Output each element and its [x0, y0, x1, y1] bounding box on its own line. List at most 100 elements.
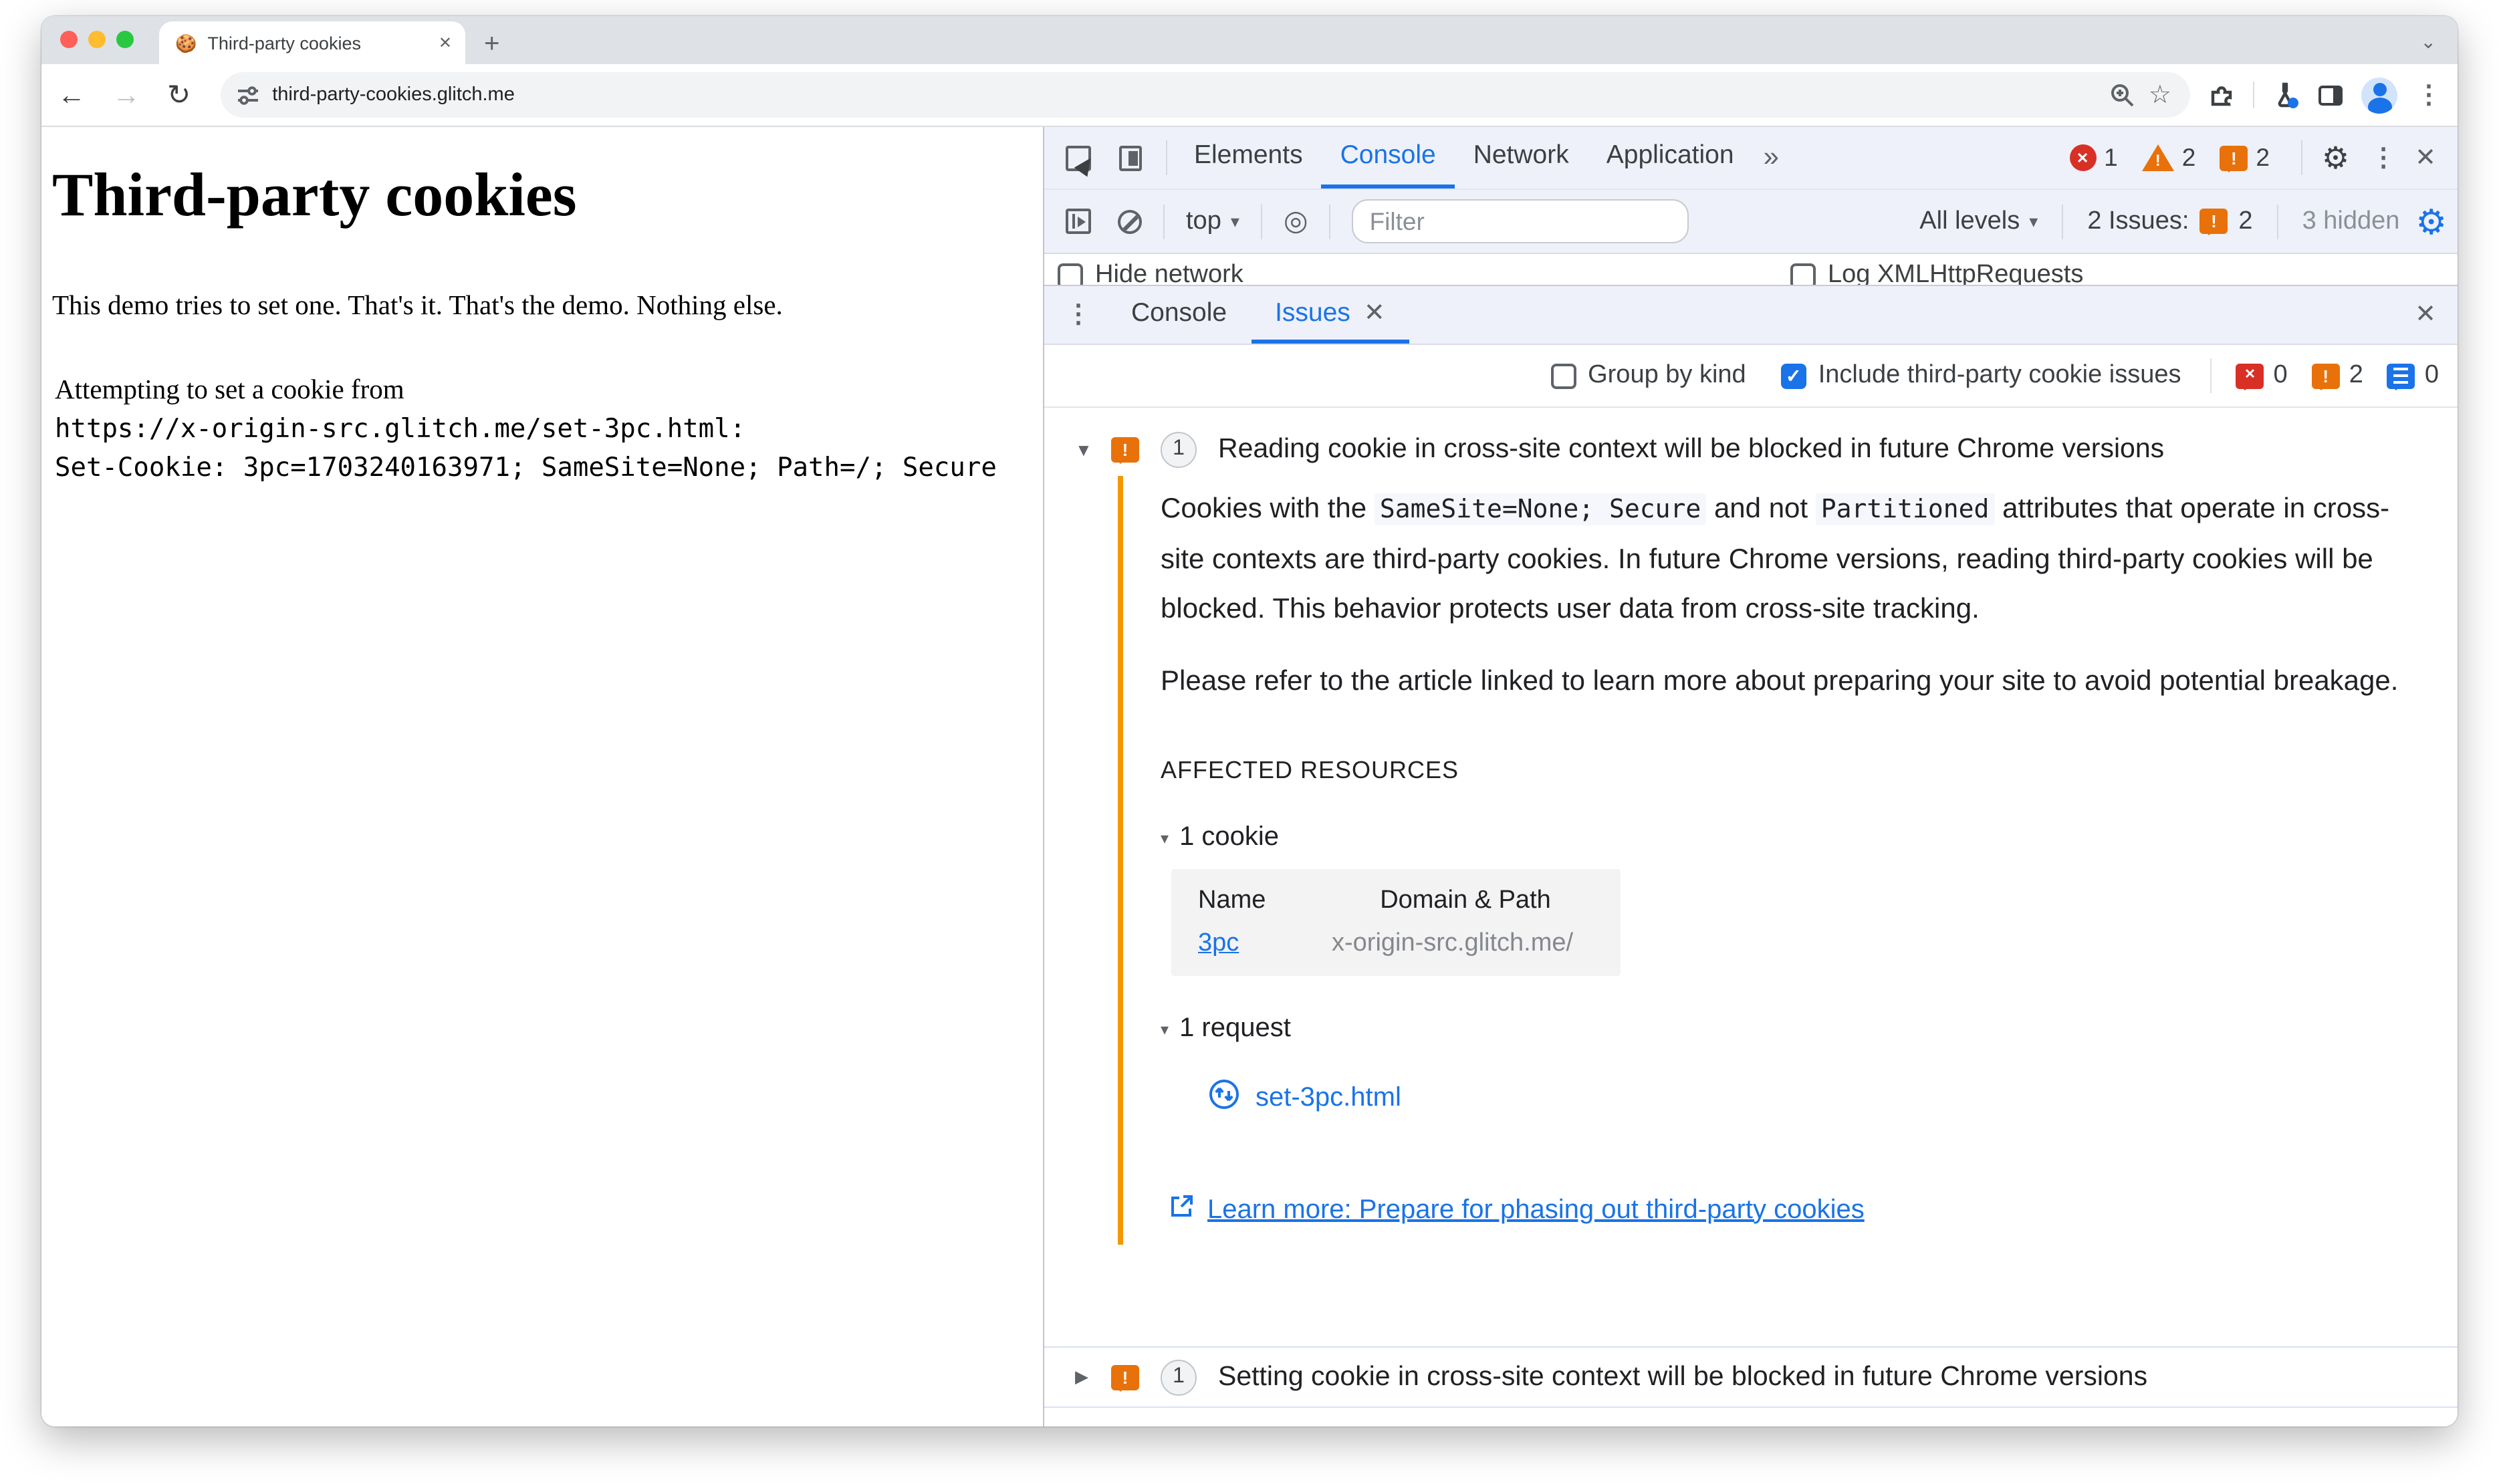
request-row[interactable]: set-3pc.html: [1209, 1079, 2458, 1116]
extensions-puzzle-icon[interactable]: [2209, 82, 2234, 108]
tab-search-chevron-icon[interactable]: ⌄: [2421, 31, 2436, 53]
fullscreen-window-button[interactable]: [116, 31, 134, 48]
learn-more-row[interactable]: Learn more: Prepare for phasing out thir…: [1169, 1194, 2458, 1226]
hidden-messages-label: 3 hidden: [2302, 207, 2400, 235]
tab-elements[interactable]: Elements: [1175, 127, 1322, 189]
set-cookie-header: Set-Cookie: 3pc=1703240163971; SameSite=…: [55, 452, 997, 483]
console-toolbar-left: top ▾ ◎: [1055, 190, 1689, 253]
drawer-tab-issues[interactable]: Issues ✕: [1251, 286, 1409, 344]
experiments-flask-icon[interactable]: [2273, 82, 2300, 108]
divider: [2276, 204, 2278, 239]
site-settings-icon[interactable]: [236, 84, 259, 106]
drawer-tab-console[interactable]: Console: [1107, 286, 1251, 344]
request-section-header[interactable]: ▾ 1 request: [1161, 1013, 2458, 1044]
cookie-attempt-line: Attempting to set a cookie from: [55, 376, 404, 405]
group-by-kind-checkbox[interactable]: [1550, 363, 1576, 388]
issues-info-count: 0: [2387, 361, 2439, 390]
browser-tab[interactable]: 🍪 Third-party cookies ✕: [159, 21, 465, 64]
col-name: Name: [1198, 886, 1266, 914]
live-expression-eye-icon[interactable]: ◎: [1270, 205, 1322, 238]
console-filter-input[interactable]: [1352, 199, 1689, 243]
cookie-name-link[interactable]: 3pc: [1198, 929, 1332, 959]
cookie-attempt-block: Attempting to set a cookie from https://…: [52, 373, 1032, 487]
issue-count-badge: 1: [1161, 431, 1197, 467]
issue-2-title: Setting cookie in cross-site context wil…: [1218, 1361, 2148, 1392]
log-xhr-checkbox-row[interactable]: Log XMLHttpRequests: [1790, 261, 2083, 285]
chrome-menu-kebab-icon[interactable]: ⋮: [2416, 80, 2442, 110]
warning-triangle-icon: !: [2141, 144, 2174, 171]
issue-bubble-icon: !: [1111, 437, 1139, 463]
devtools-menu-kebab-icon[interactable]: ⋮: [2360, 142, 2407, 173]
reload-button[interactable]: ↻: [167, 81, 191, 109]
window-content: Third-party cookies This demo tries to s…: [41, 127, 2458, 1427]
address-bar[interactable]: third-party-cookies.glitch.me ☆: [220, 72, 2190, 118]
tab-title: Third-party cookies: [207, 33, 361, 53]
inspect-element-icon[interactable]: [1066, 145, 1091, 170]
divider: [2062, 204, 2064, 239]
divider: [1260, 204, 1262, 239]
section-triangle-icon[interactable]: ▾: [1161, 1019, 1169, 1038]
group-by-kind-label: Group by kind: [1588, 361, 1746, 389]
tab-close-icon[interactable]: ✕: [439, 33, 452, 52]
issue-1-header[interactable]: ▼ ! 1 Reading cookie in cross-site conte…: [1044, 422, 2458, 476]
divider: [1329, 204, 1331, 239]
forward-button[interactable]: →: [112, 81, 140, 109]
side-panel-icon[interactable]: [2318, 85, 2343, 105]
log-xhr-label: Log XMLHttpRequests: [1828, 261, 2084, 285]
device-toolbar-icon[interactable]: [1119, 145, 1142, 170]
browser-toolbar: ← → ↻ third-party-cookies.glitch.me ☆ ⋮: [41, 64, 2458, 127]
cookie-domain-value: x-origin-src.glitch.me/: [1332, 929, 1574, 957]
affected-resources-heading: AFFECTED RESOURCES: [1161, 757, 1459, 783]
issue-1-body: Cookies with the SameSite=None; Secure a…: [1118, 476, 2458, 1245]
settings-gear-icon[interactable]: ⚙: [2311, 142, 2360, 173]
console-settings-gear-icon[interactable]: ⚙: [2415, 204, 2447, 239]
more-tabs-icon[interactable]: »: [1753, 142, 1790, 174]
tab-application[interactable]: Application: [1588, 127, 1753, 189]
issues-summary-button[interactable]: 2 Issues: ! 2: [2071, 207, 2268, 236]
drawer-tab-close-icon[interactable]: ✕: [1364, 297, 1385, 328]
cookie-section-label: 1 cookie: [1179, 822, 1280, 852]
zoom-page-icon[interactable]: [2110, 82, 2135, 108]
devtools-close-icon[interactable]: ✕: [2407, 142, 2444, 173]
drawer-close-icon[interactable]: ✕: [2407, 299, 2444, 330]
log-xhr-checkbox[interactable]: [1790, 263, 1816, 285]
minimize-window-button[interactable]: [88, 31, 106, 48]
clear-console-icon[interactable]: [1118, 209, 1142, 233]
tab-network[interactable]: Network: [1455, 127, 1588, 189]
error-badge[interactable]: ✕ 1: [2069, 143, 2129, 172]
issue-2-header[interactable]: ▶ ! 1 Setting cookie in cross-site conte…: [1044, 1346, 2458, 1408]
issues-error-count: ✕ 0: [2236, 361, 2288, 390]
web-page: Third-party cookies This demo tries to s…: [41, 127, 1043, 1427]
include-third-party-row[interactable]: ✓ Include third-party cookie issues: [1780, 361, 2181, 390]
section-triangle-icon[interactable]: ▾: [1161, 828, 1169, 847]
context-selector[interactable]: top ▾: [1173, 207, 1253, 236]
expand-triangle-icon[interactable]: ▶: [1075, 1366, 1092, 1388]
log-levels-dropdown[interactable]: All levels ▾: [1903, 207, 2054, 236]
request-link[interactable]: set-3pc.html: [1256, 1082, 1401, 1113]
include-third-party-checkbox[interactable]: ✓: [1780, 363, 1806, 388]
group-by-kind-row[interactable]: Group by kind: [1550, 361, 1746, 390]
back-button[interactable]: ←: [57, 81, 86, 109]
chrome-action-icons: ⋮: [2209, 77, 2442, 113]
console-sidebar-icon[interactable]: [1066, 209, 1091, 234]
warning-count: 2: [2181, 143, 2196, 171]
devtools-panel: Elements Console Network Application » ✕…: [1043, 127, 2458, 1427]
drawer-menu-kebab-icon[interactable]: ⋮: [1058, 299, 1107, 330]
collapse-triangle-icon[interactable]: ▼: [1075, 439, 1092, 459]
hide-network-checkbox-row[interactable]: Hide network: [1058, 261, 1243, 285]
warning-badge[interactable]: ! 2: [2141, 143, 2207, 172]
tab-console[interactable]: Console: [1321, 127, 1455, 189]
profile-avatar[interactable]: [2361, 77, 2397, 113]
hide-network-checkbox[interactable]: [1058, 263, 1083, 285]
issues-badge[interactable]: ! 2: [2220, 143, 2280, 172]
close-window-button[interactable]: [60, 31, 78, 48]
info-bubble-icon: [2387, 363, 2415, 390]
learn-more-link[interactable]: Learn more: Prepare for phasing out thir…: [1207, 1195, 1865, 1225]
bookmark-star-icon[interactable]: ☆: [2149, 80, 2171, 110]
url-text[interactable]: third-party-cookies.glitch.me: [272, 84, 2097, 106]
issues-summary-count: 2: [2238, 207, 2253, 235]
drawer-tabbar: ⋮ Console Issues ✕ ✕: [1044, 285, 2458, 345]
cookie-section-header[interactable]: ▾ 1 cookie: [1161, 822, 2458, 853]
new-tab-button[interactable]: +: [484, 31, 499, 57]
page-intro: This demo tries to set one. That's it. T…: [52, 291, 783, 321]
